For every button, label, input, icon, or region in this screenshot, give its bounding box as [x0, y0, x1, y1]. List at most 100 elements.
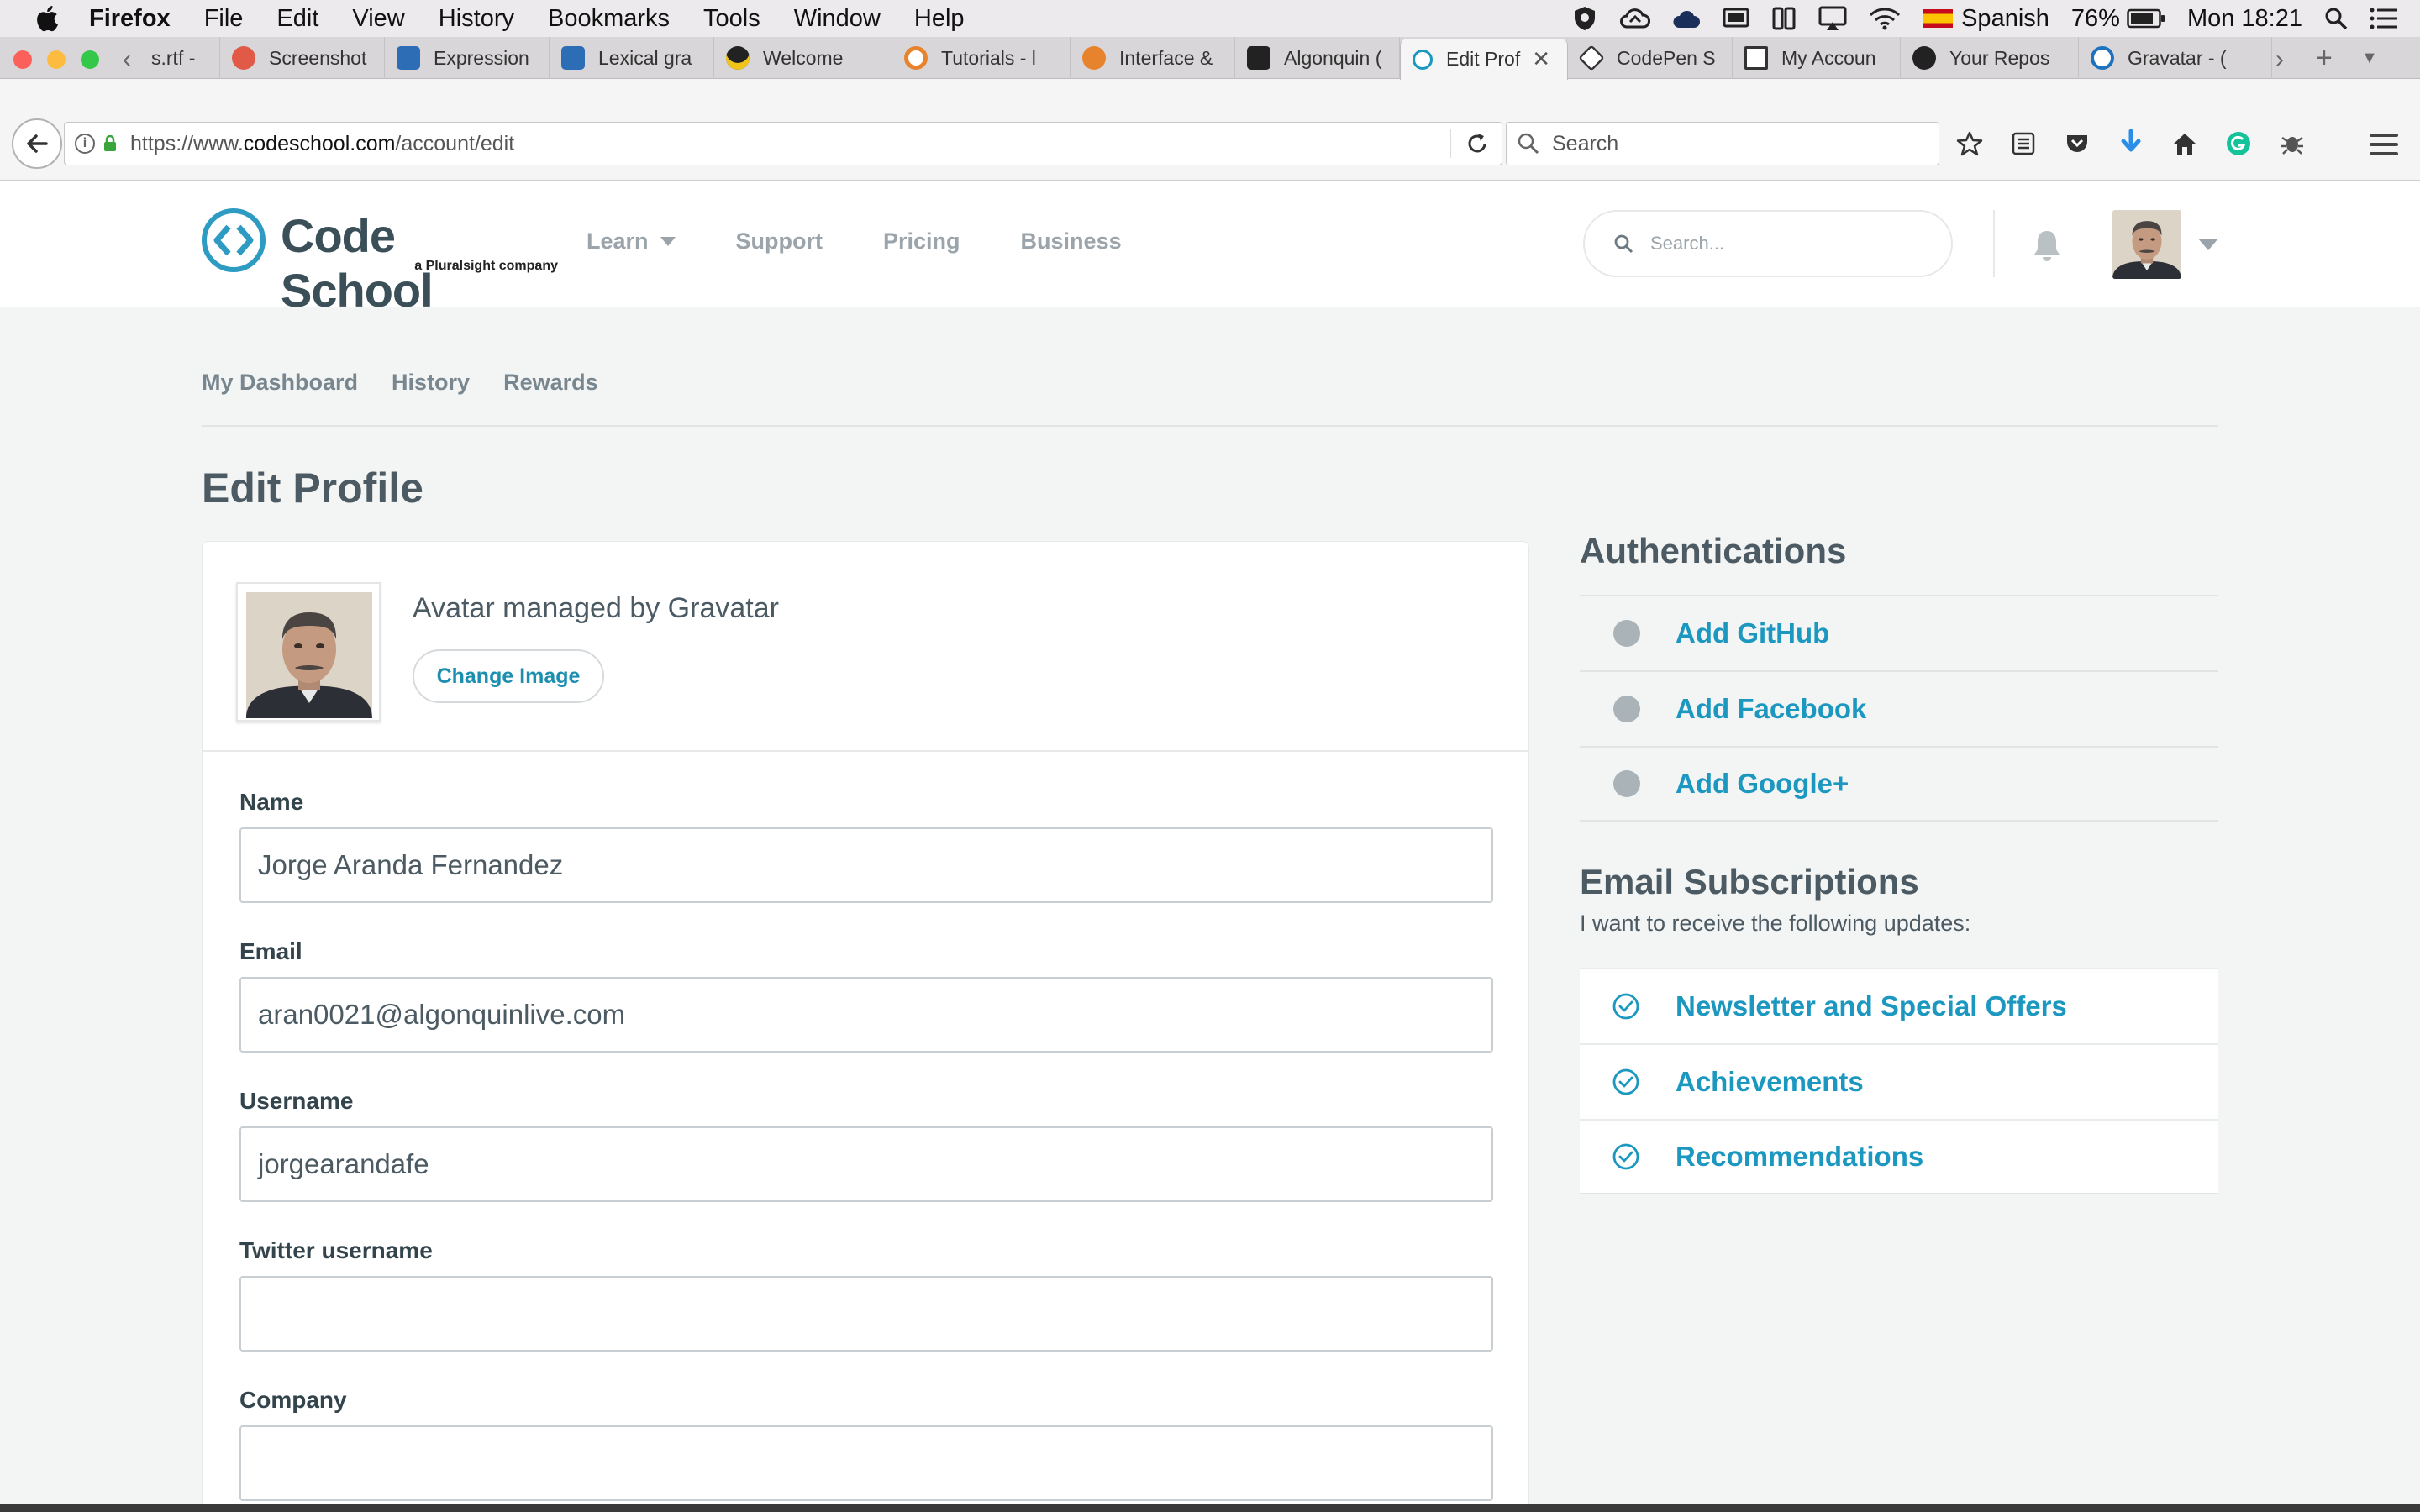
subnav-rewards[interactable]: Rewards: [503, 370, 598, 396]
subscription-achievements[interactable]: Achievements: [1580, 1043, 2218, 1119]
close-tab-icon[interactable]: ✕: [1532, 46, 1550, 72]
reader-list-icon[interactable]: [2008, 129, 2039, 159]
tab-screenshot[interactable]: Screenshot: [220, 37, 385, 79]
user-menu-chevron-icon[interactable]: [2198, 239, 2218, 250]
downloads-icon[interactable]: [2116, 129, 2146, 159]
bottom-dock-edge: [0, 1504, 2420, 1512]
status-dot-icon: [1613, 620, 1640, 647]
input-source[interactable]: Spanish: [1923, 5, 2049, 33]
url-host: codeschool.com: [243, 131, 396, 155]
display-icon[interactable]: [1723, 7, 1749, 30]
site-search-input[interactable]: Search...: [1583, 210, 1953, 277]
tab-your-repos[interactable]: Your Repos: [1901, 37, 2079, 79]
tab-list-icon[interactable]: ▼: [2361, 49, 2378, 68]
spotlight-icon[interactable]: [2324, 7, 2348, 30]
creative-cloud-icon[interactable]: [1672, 6, 1701, 31]
tab-rtf[interactable]: s.rtf -: [145, 37, 220, 79]
notification-bell-icon[interactable]: [2032, 228, 2062, 262]
tab-scroll-left-icon[interactable]: ‹: [123, 45, 131, 74]
shield-icon[interactable]: [1573, 6, 1597, 31]
menu-window[interactable]: Window: [794, 5, 881, 33]
company-field[interactable]: [239, 1425, 1493, 1501]
tab-algonquin[interactable]: Algonquin (: [1235, 37, 1400, 79]
logo-subtitle: a Pluralsight company: [414, 259, 558, 273]
tab-edit-profile[interactable]: Edit Prof ✕: [1400, 39, 1568, 80]
menu-edit[interactable]: Edit: [276, 5, 318, 33]
back-button[interactable]: [12, 118, 62, 169]
change-image-button[interactable]: Change Image: [413, 649, 604, 703]
tab-welcome[interactable]: Welcome: [714, 37, 892, 79]
add-googleplus-link[interactable]: Add Google+: [1580, 746, 2218, 822]
tab-interface[interactable]: Interface &: [1071, 37, 1235, 79]
airplay-icon[interactable]: [1818, 6, 1847, 31]
code-school-logo[interactable]: Code School a Pluralsight company: [200, 207, 558, 317]
menu-view[interactable]: View: [352, 5, 404, 33]
add-github-link[interactable]: Add GitHub: [1580, 595, 2218, 670]
close-window-button[interactable]: [13, 50, 32, 69]
menu-tools[interactable]: Tools: [703, 5, 760, 33]
cloud-sync-icon[interactable]: [1618, 7, 1651, 30]
tab-gravatar[interactable]: Gravatar - (: [2079, 37, 2272, 79]
tab-label: My Accoun: [1781, 46, 1876, 69]
name-field[interactable]: Jorge Aranda Fernandez: [239, 827, 1493, 903]
tab-label: Lexical gra: [598, 46, 692, 69]
twitter-username-field[interactable]: [239, 1276, 1493, 1352]
back-arrow-icon: [27, 134, 48, 153]
clock[interactable]: Mon 18:21: [2187, 5, 2302, 33]
menu-firefox[interactable]: Firefox: [89, 5, 171, 33]
menu-hamburger-icon[interactable]: [2370, 134, 2398, 161]
nav-support[interactable]: Support: [736, 228, 823, 255]
user-avatar[interactable]: [2112, 210, 2181, 279]
tab-label: Tutorials - l: [941, 46, 1036, 69]
nav-learn[interactable]: Learn: [587, 228, 676, 255]
add-facebook-label: Add Facebook: [1676, 693, 1867, 724]
home-icon[interactable]: [2170, 129, 2200, 159]
tab-lexical-grammar[interactable]: Lexical gra: [550, 37, 714, 79]
menu-help[interactable]: Help: [914, 5, 965, 33]
browser-search-placeholder: Search: [1552, 131, 1619, 155]
tab-scroll-right-icon[interactable]: ›: [2275, 45, 2284, 74]
new-tab-icon[interactable]: +: [2316, 42, 2333, 75]
minimize-window-button[interactable]: [47, 50, 66, 69]
bookmark-star-icon[interactable]: [1954, 129, 1985, 159]
columns-icon[interactable]: [1771, 6, 1797, 31]
url-bar[interactable]: i https://www.codeschool.com/account/edi…: [64, 122, 1502, 165]
reload-icon[interactable]: [1465, 131, 1490, 156]
browser-search-field[interactable]: Search: [1506, 122, 1939, 165]
menu-file[interactable]: File: [204, 5, 244, 33]
subnav-my-dashboard[interactable]: My Dashboard: [202, 370, 358, 396]
check-circle-icon: [1612, 1068, 1639, 1095]
notification-center-icon[interactable]: [2370, 8, 2398, 29]
menu-bookmarks[interactable]: Bookmarks: [548, 5, 670, 33]
tab-expressions[interactable]: Expression: [385, 37, 550, 79]
search-icon: [1614, 234, 1634, 254]
wifi-icon[interactable]: [1869, 7, 1901, 30]
subscription-newsletter[interactable]: Newsletter and Special Offers: [1580, 968, 2218, 1043]
tab-tutorials[interactable]: Tutorials - l: [892, 37, 1071, 79]
zoom-window-button[interactable]: [81, 50, 99, 69]
url-text[interactable]: https://www.codeschool.com/account/edit: [130, 132, 514, 156]
grammarly-icon[interactable]: [2223, 129, 2254, 159]
nav-business[interactable]: Business: [1021, 228, 1122, 255]
check-circle-icon: [1612, 993, 1639, 1020]
tab-codepen[interactable]: CodePen S: [1568, 37, 1733, 79]
username-field[interactable]: jorgearandafe: [239, 1126, 1493, 1202]
subscription-recommendations[interactable]: Recommendations: [1580, 1119, 2218, 1194]
pocket-icon[interactable]: [2062, 129, 2092, 159]
add-facebook-link[interactable]: Add Facebook: [1580, 670, 2218, 746]
subnav-history[interactable]: History: [392, 370, 470, 396]
spain-flag-icon: [1923, 9, 1954, 28]
profile-photo: [246, 592, 372, 718]
extension-bug-icon[interactable]: [2277, 129, 2307, 159]
email-field[interactable]: aran0021@algonquinlive.com: [239, 977, 1493, 1053]
tab-label: Algonquin (: [1284, 46, 1382, 69]
site-info-icon[interactable]: i: [75, 134, 95, 154]
battery-status[interactable]: 76%: [2071, 5, 2165, 33]
menu-history[interactable]: History: [439, 5, 514, 33]
apple-icon[interactable]: [34, 3, 64, 34]
nav-pricing[interactable]: Pricing: [883, 228, 960, 255]
lock-icon[interactable]: [103, 135, 117, 152]
status-dot-icon: [1613, 696, 1640, 722]
url-prefix: https://www.: [130, 131, 244, 155]
tab-my-account[interactable]: My Accoun: [1733, 37, 1901, 79]
